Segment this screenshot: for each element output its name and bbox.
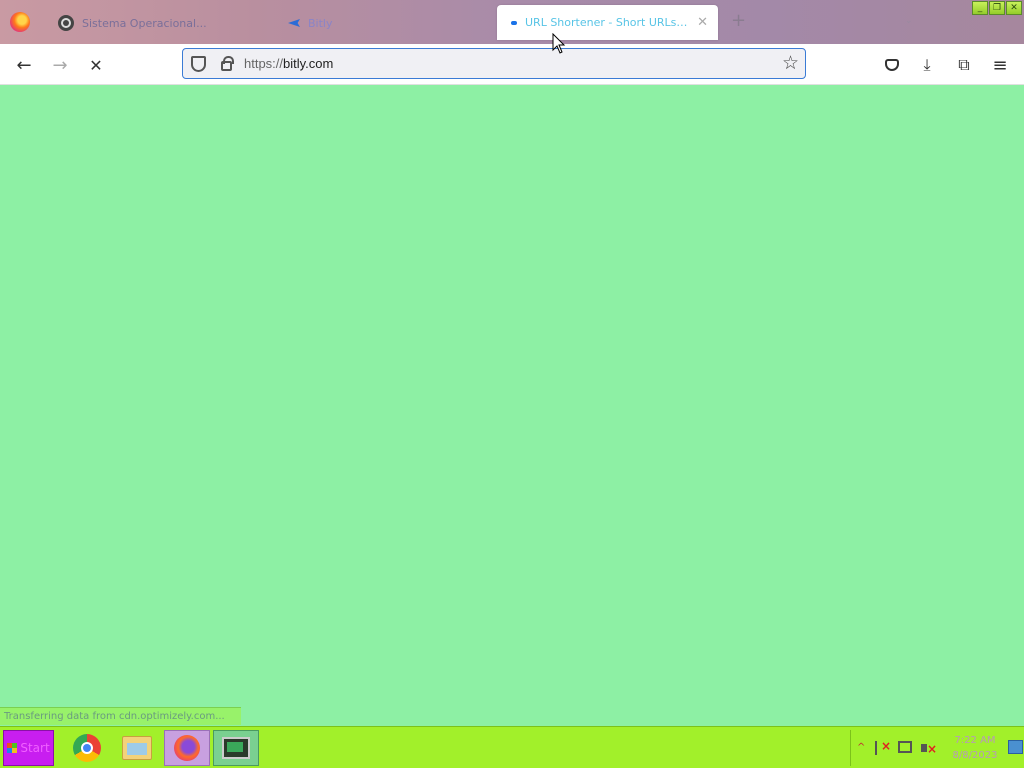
- tab-title: URL Shortener - Short URLs & C...: [525, 16, 689, 29]
- hamburger-menu-button[interactable]: ≡: [989, 54, 1011, 76]
- tab-strip: Sistema Operacional... Bitly URL Shorten…: [0, 0, 1024, 44]
- list-all-tabs-button[interactable]: ⌄: [905, 16, 913, 26]
- pocket-icon: [885, 59, 899, 71]
- taskbar-chrome[interactable]: [64, 730, 110, 766]
- chrome-icon: [73, 734, 101, 762]
- url-text[interactable]: https://bitly.com: [244, 56, 333, 71]
- downloads-button[interactable]: ⤓: [916, 54, 938, 76]
- taskbar: Start ^ 7:22 AM 8/8/2023: [0, 726, 1024, 768]
- terminal-icon: [222, 737, 250, 759]
- tab-sistema[interactable]: Sistema Operacional...: [48, 6, 258, 40]
- gear-icon: [58, 15, 74, 31]
- clock-date: 8/8/2023: [952, 750, 998, 761]
- clock[interactable]: 7:22 AM 8/8/2023: [947, 733, 1003, 763]
- bitly-favicon-icon: [511, 20, 517, 25]
- windows-logo-icon: [7, 743, 18, 753]
- network-icon[interactable]: [898, 741, 912, 753]
- tracking-protection-shield-icon[interactable]: [191, 56, 206, 72]
- url-host: bitly.com: [283, 56, 334, 71]
- navigation-toolbar: ← → ✕ https://bitly.com ☆ ⤓ ⧉ ≡: [0, 44, 1024, 85]
- tab-title: Sistema Operacional...: [82, 16, 207, 30]
- tab-title: Bitly: [308, 16, 333, 30]
- pocket-button[interactable]: [881, 54, 903, 76]
- minimize-button[interactable]: _: [972, 1, 988, 15]
- address-bar[interactable]: https://bitly.com ☆: [182, 48, 806, 79]
- start-label: Start: [20, 741, 50, 755]
- tab-url-shortener[interactable]: URL Shortener - Short URLs & C... ✕: [497, 5, 718, 40]
- taskbar-firefox[interactable]: [164, 730, 210, 766]
- action-center-flag-icon[interactable]: [875, 739, 891, 755]
- page-content: [0, 85, 1024, 726]
- show-hidden-icons-chevron-icon[interactable]: ^: [857, 742, 865, 753]
- status-bar: Transferring data from cdn.optimizely.co…: [0, 707, 241, 725]
- tab-close-icon[interactable]: ✕: [697, 15, 708, 30]
- extensions-button[interactable]: ⧉: [953, 54, 975, 76]
- taskbar-terminal[interactable]: [213, 730, 259, 766]
- new-tab-button[interactable]: +: [731, 12, 746, 30]
- folder-icon: [122, 736, 152, 760]
- forward-button[interactable]: →: [48, 53, 72, 77]
- stop-loading-button[interactable]: ✕: [84, 53, 108, 77]
- system-tray: ^ 7:22 AM 8/8/2023: [850, 730, 1024, 766]
- bookmark-star-icon[interactable]: ☆: [782, 53, 799, 73]
- close-window-button[interactable]: ✕: [1006, 1, 1022, 15]
- back-button[interactable]: ←: [12, 53, 36, 77]
- taskbar-file-explorer[interactable]: [114, 730, 160, 766]
- firefox-logo-icon[interactable]: [10, 12, 30, 32]
- url-scheme: https://: [244, 56, 284, 71]
- arrow-icon: [288, 19, 300, 27]
- clock-time: 7:22 AM: [954, 735, 996, 746]
- tab-bitly[interactable]: Bitly: [278, 6, 488, 40]
- volume-muted-icon[interactable]: [921, 741, 937, 756]
- maximize-button[interactable]: ❐: [989, 1, 1005, 15]
- firefox-icon: [174, 735, 200, 761]
- start-button[interactable]: Start: [3, 730, 54, 766]
- lock-icon[interactable]: [221, 56, 234, 71]
- show-desktop-button[interactable]: [1008, 740, 1023, 754]
